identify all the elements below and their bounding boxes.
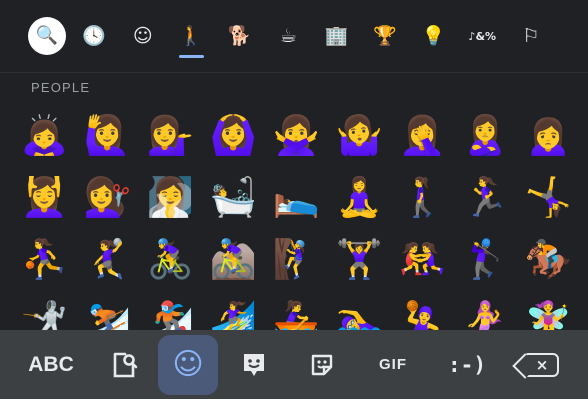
emoji-key[interactable]: 🧘‍♀️	[328, 166, 391, 228]
sticker-icon	[311, 354, 333, 375]
sticker-search-icon	[113, 352, 138, 377]
category-food-drink-button[interactable]: ☕	[264, 8, 313, 64]
search-icon: 🔍	[35, 25, 59, 46]
category-people-button[interactable]: 🚶	[167, 8, 216, 64]
smileys-icon: ☺	[132, 24, 153, 47]
search-button-background: 🔍	[28, 17, 66, 55]
gif-button[interactable]: GIF	[356, 335, 430, 395]
category-symbols-button[interactable]: ♪&%	[458, 8, 507, 64]
people-icon: 🚶	[179, 24, 204, 47]
category-objects-button[interactable]: 💡	[410, 8, 459, 64]
emoji-category-bar: 🔍 🕓 ☺ 🚶 🐕 ☕ 🏢 🏆 💡 ♪&% ⚐	[0, 0, 588, 72]
emoji-key[interactable]: 🏊‍♀️	[328, 290, 391, 330]
emoji-key[interactable]: 🙎‍♀️	[454, 104, 517, 166]
emoji-key[interactable]: 🙋‍♀️	[76, 104, 139, 166]
emoji-key[interactable]: 🏄‍♀️	[202, 290, 265, 330]
emoji-key[interactable]: 🚣‍♀️	[265, 290, 328, 330]
emoji-button[interactable]: ☺	[156, 334, 220, 395]
section-label: PEOPLE	[31, 80, 91, 95]
category-smileys-button[interactable]: ☺	[119, 8, 168, 64]
emoji-key[interactable]: 🏇	[517, 228, 580, 290]
category-search-button[interactable]: 🔍	[24, 8, 70, 64]
sticker-search-button[interactable]	[92, 335, 156, 395]
abc-button[interactable]: ABC	[0, 335, 92, 395]
emoji-key[interactable]: 💁‍♀️	[139, 104, 202, 166]
bitmoji-icon	[244, 353, 264, 376]
backspace-button[interactable]: ×	[504, 335, 572, 395]
emoji-key[interactable]: 🙅‍♀️	[265, 104, 328, 166]
category-travel-places-button[interactable]: 🏢	[313, 8, 362, 64]
emoji-key[interactable]: ⛹️‍♀️	[13, 228, 76, 290]
emoji-grid-viewport[interactable]: 🙇‍♀️ 🙋‍♀️ 💁‍♀️ 🙆‍♀️ 🙅‍♀️ 🤷‍♀️ 🤦‍♀️ 🙎‍♀️ 🙍‍♀️ 💆‍♀️…	[0, 104, 588, 330]
emoji-key[interactable]: 🚴‍♀️	[139, 228, 202, 290]
food-drink-icon: ☕	[279, 24, 297, 47]
category-recent-button[interactable]: 🕓	[70, 8, 119, 64]
emoji-key[interactable]: 🚶‍♀️	[391, 166, 454, 228]
emoji-key[interactable]: 🏌️‍♀️	[454, 228, 517, 290]
emoji-icon: ☺	[172, 347, 204, 382]
category-divider	[0, 72, 588, 73]
emoji-key[interactable]: 🏃‍♀️	[454, 166, 517, 228]
emoji-key[interactable]: 🤾‍♀️	[76, 228, 139, 290]
recent-icon: 🕓	[82, 24, 107, 47]
emoji-key[interactable]: 🙆‍♀️	[202, 104, 265, 166]
emoji-key[interactable]: 🏂	[139, 290, 202, 330]
emoji-key[interactable]: 🤺	[13, 290, 76, 330]
emoji-key[interactable]: 🛌	[265, 166, 328, 228]
objects-icon: 💡	[421, 24, 446, 47]
emoji-key[interactable]: 💇‍♀️	[76, 166, 139, 228]
symbols-icon: ♪&%	[468, 29, 497, 43]
emoji-key[interactable]: 🧚‍♀️	[517, 290, 580, 330]
activities-icon: 🏆	[373, 24, 398, 47]
emoji-key[interactable]: 🙍‍♀️	[517, 104, 580, 166]
emoji-key[interactable]: 🚵‍♀️	[202, 228, 265, 290]
sticker-button[interactable]	[288, 335, 356, 395]
emoji-key[interactable]: 🏋️‍♀️	[328, 228, 391, 290]
category-flags-button[interactable]: ⚐	[507, 8, 556, 64]
category-animals-nature-button[interactable]: 🐕	[216, 8, 265, 64]
emoji-key[interactable]: 🙇‍♀️	[13, 104, 76, 166]
emoji-key[interactable]: 🤸‍♀️	[517, 166, 580, 228]
emoji-key[interactable]: 🤷‍♀️	[328, 104, 391, 166]
emoticon-button[interactable]: :-)	[430, 335, 504, 395]
emoji-key[interactable]: 🤼‍♀️	[391, 228, 454, 290]
emoji-key[interactable]: 🧜‍♀️	[454, 290, 517, 330]
category-activities-button[interactable]: 🏆	[361, 8, 410, 64]
keyboard-bottom-bar: ABC ☺ GIF :-) ×	[0, 330, 588, 399]
emoji-button-highlight: ☺	[158, 334, 218, 395]
emoji-key[interactable]: 💆‍♀️	[13, 166, 76, 228]
travel-places-icon: 🏢	[324, 24, 349, 47]
emoji-grid: 🙇‍♀️ 🙋‍♀️ 💁‍♀️ 🙆‍♀️ 🙅‍♀️ 🤷‍♀️ 🤦‍♀️ 🙎‍♀️ 🙍‍♀️ 💆‍♀️…	[13, 104, 580, 330]
backspace-icon: ×	[525, 352, 559, 377]
bitmoji-button[interactable]	[220, 335, 288, 395]
emoji-key[interactable]: 🤦‍♀️	[391, 104, 454, 166]
emoji-key[interactable]: 🧗‍♀️	[265, 228, 328, 290]
animals-nature-icon: 🐕	[227, 24, 252, 47]
emoji-key[interactable]: ⛷️	[76, 290, 139, 330]
emoji-key[interactable]: 🛀	[202, 166, 265, 228]
emoji-key[interactable]: 🤽‍♀️	[391, 290, 454, 330]
flags-icon: ⚐	[522, 24, 540, 47]
emoji-key[interactable]: 🧖‍♀️	[139, 166, 202, 228]
